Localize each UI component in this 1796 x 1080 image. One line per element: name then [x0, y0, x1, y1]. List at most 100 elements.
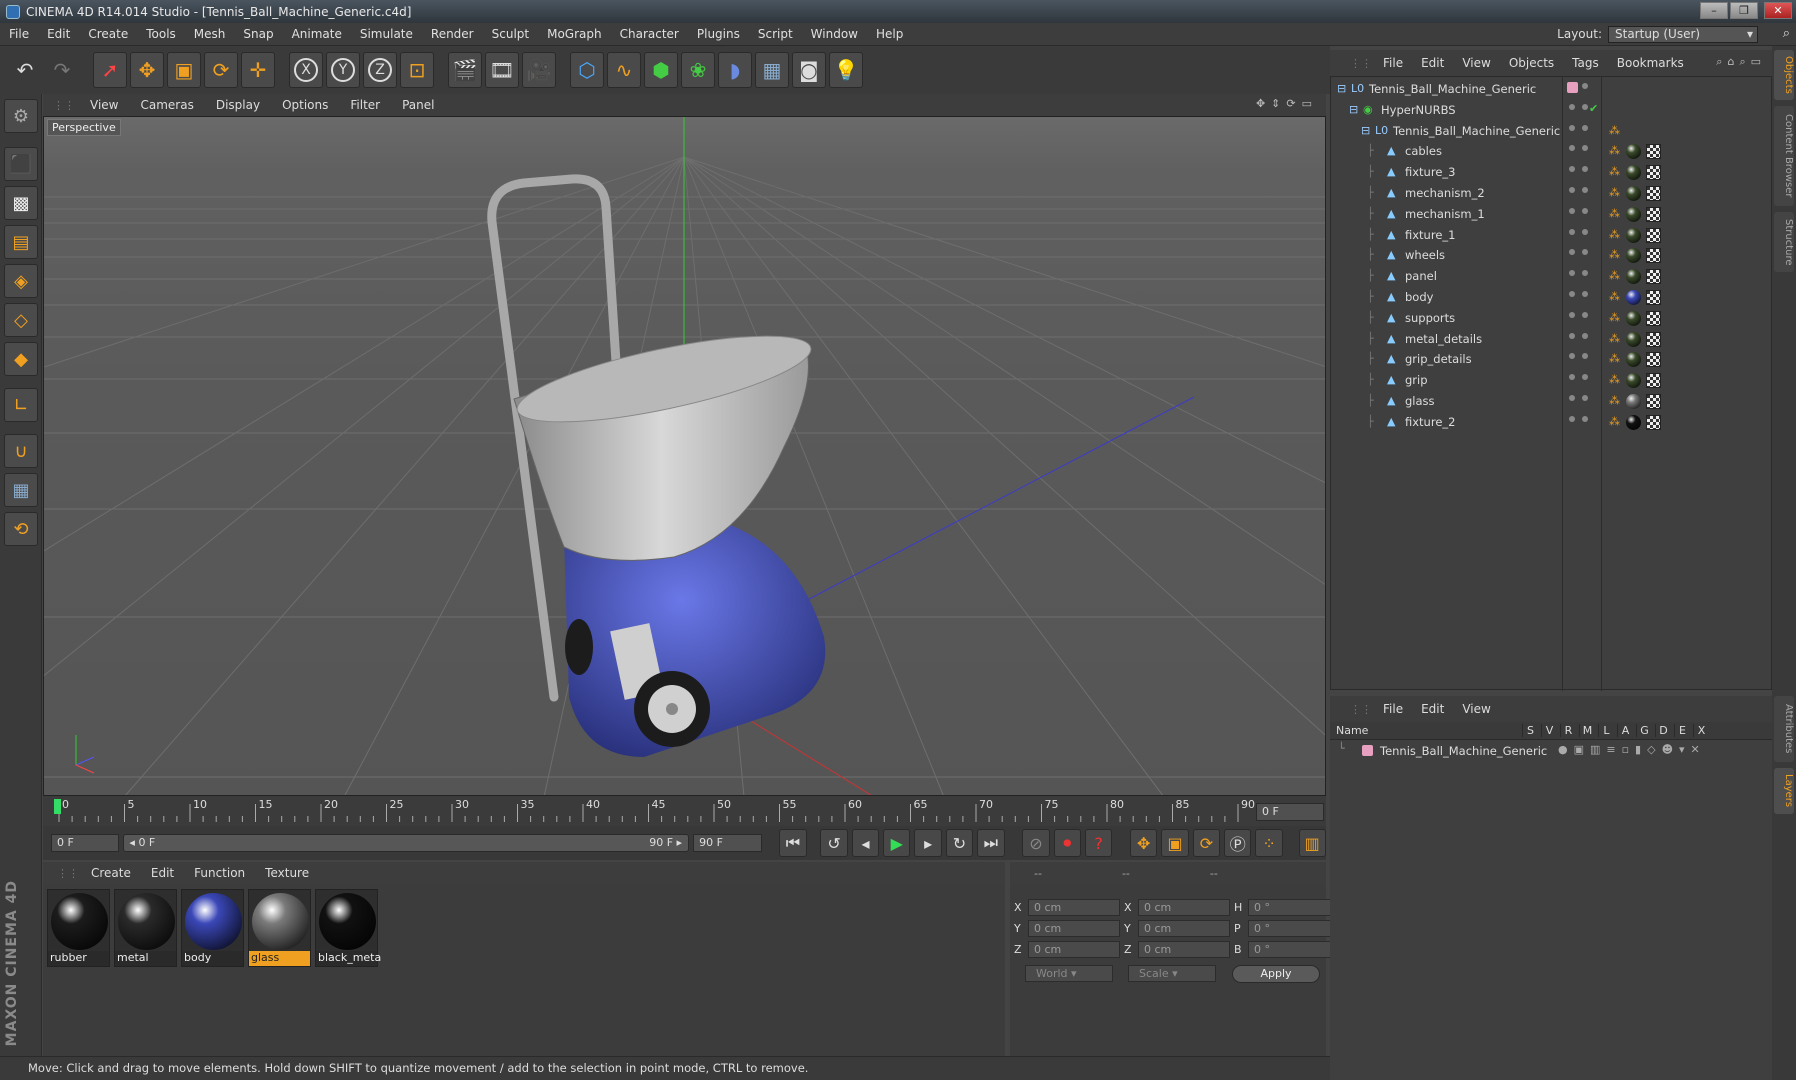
object-name[interactable]: glass — [1405, 394, 1435, 408]
material-menu-edit[interactable]: Edit — [141, 866, 184, 880]
scale-tool-icon[interactable]: ▣ — [167, 52, 201, 88]
timeline-ruler[interactable]: 0 5 10 15 20 25 30 35 40 45 50 55 60 65 70 75 80 85 90 0 F — [43, 796, 1326, 826]
render-visibility-dot[interactable] — [1582, 395, 1588, 401]
layer-column-g[interactable]: G — [1636, 724, 1652, 737]
timeline-window-icon[interactable]: ▥ — [1298, 829, 1326, 857]
layer-column-a[interactable]: A — [1617, 724, 1633, 737]
object-row[interactable]: ├ ▲ metal_details ⁂ — [1331, 329, 1771, 350]
object-manager-tool-icons[interactable]: ⌕⌂⌕▭ — [1716, 55, 1766, 69]
layer-column-x[interactable]: X — [1693, 724, 1709, 737]
object-name[interactable]: Tennis_Ball_Machine_Generic — [1369, 82, 1536, 96]
object-row[interactable]: ├ ▲ panel ⁂ — [1331, 266, 1771, 287]
objects-menu-bookmarks[interactable]: Bookmarks — [1608, 56, 1693, 70]
object-name[interactable]: cables — [1405, 144, 1442, 158]
menu-tools[interactable]: Tools — [137, 27, 185, 41]
render-visibility-dot[interactable] — [1582, 374, 1588, 381]
layer-flag-icons[interactable]: ●▣▥≡▫▮◇☻▾✕ — [1558, 743, 1706, 756]
objects-menu-edit[interactable]: Edit — [1412, 56, 1453, 70]
locked-workplane-icon[interactable]: ⟲ — [4, 512, 38, 546]
points-mode-icon[interactable]: ◈ — [4, 264, 38, 298]
editor-visibility-dot[interactable] — [1569, 124, 1575, 131]
object-row[interactable]: ├ ▲ wheels ⁂ — [1331, 245, 1771, 266]
material-tag-icon[interactable] — [1626, 331, 1641, 347]
editor-visibility-dot[interactable] — [1569, 415, 1575, 422]
texture-tag-icon[interactable] — [1646, 352, 1661, 368]
layer-column-e[interactable]: E — [1674, 724, 1690, 737]
step-forward-icon[interactable]: ▸ — [914, 829, 942, 857]
material-tag-icon[interactable] — [1626, 394, 1641, 409]
key-position-icon[interactable]: ✥ — [1130, 829, 1158, 857]
rotation-b-field[interactable]: 0 ° — [1248, 940, 1340, 958]
y-axis-lock-button[interactable]: Y — [326, 52, 360, 88]
editor-visibility-dot[interactable] — [1569, 332, 1575, 339]
menu-character[interactable]: Character — [611, 27, 688, 41]
object-name[interactable]: grip — [1405, 373, 1428, 387]
phong-tag-icon[interactable]: ⁂ — [1609, 332, 1620, 345]
phong-tag-icon[interactable]: ⁂ — [1609, 228, 1620, 241]
editor-visibility-dot[interactable] — [1569, 395, 1575, 401]
key-parameter-icon[interactable]: Ⓟ — [1224, 829, 1252, 857]
expand-collapse-icon[interactable]: ⊟ — [1349, 103, 1358, 116]
menu-create[interactable]: Create — [79, 27, 137, 41]
step-back-icon[interactable]: ◂ — [851, 829, 880, 857]
material-swatch[interactable]: rubber — [47, 889, 110, 967]
phong-tag-icon[interactable]: ⁂ — [1609, 186, 1620, 199]
layer-column-r[interactable]: R — [1560, 724, 1576, 737]
end-frame-field[interactable]: 90 F — [693, 834, 762, 852]
object-row[interactable]: ├ ▲ body ⁂ — [1331, 287, 1771, 308]
texture-tag-icon[interactable] — [1646, 206, 1661, 222]
position-z-field[interactable]: 0 cm — [1028, 940, 1120, 958]
material-menu-create[interactable]: Create — [81, 866, 141, 880]
3d-viewport[interactable]: Perspective — [43, 116, 1326, 796]
layer-column-l[interactable]: L — [1598, 724, 1614, 737]
object-name[interactable]: Tennis_Ball_Machine_Generic — [1393, 124, 1560, 138]
viewport-menu-panel[interactable]: Panel — [391, 98, 445, 112]
texture-tag-icon[interactable] — [1646, 165, 1661, 181]
menu-file[interactable]: File — [0, 27, 38, 41]
material-swatch[interactable]: body — [181, 889, 244, 967]
size-z-field[interactable]: 0 cm — [1138, 940, 1230, 958]
texture-mode-icon[interactable]: ▩ — [4, 186, 38, 220]
render-view-icon[interactable]: 🎬 — [448, 52, 482, 88]
phong-tag-icon[interactable]: ⁂ — [1609, 394, 1620, 407]
render-visibility-dot[interactable] — [1582, 332, 1588, 339]
layer-menu-file[interactable]: File — [1374, 702, 1412, 716]
workplane-lock-icon[interactable]: ▦ — [4, 473, 38, 507]
axis-mode-icon[interactable]: ∟ — [4, 388, 38, 422]
snap-magnet-icon[interactable]: ∪ — [4, 434, 38, 468]
menu-animate[interactable]: Animate — [283, 27, 351, 41]
light-bulb-icon[interactable]: 💡 — [829, 52, 863, 88]
editor-visibility-dot[interactable] — [1569, 374, 1575, 381]
material-tag-icon[interactable] — [1626, 414, 1641, 430]
material-tag-icon[interactable] — [1626, 227, 1641, 243]
render-visibility-dot[interactable] — [1582, 353, 1588, 360]
phong-tag-icon[interactable]: ⁂ — [1609, 207, 1620, 220]
record-keys-icon[interactable]: ⊘ — [1022, 829, 1050, 857]
object-row[interactable]: ├ ▲ fixture_2 ⁂ — [1331, 412, 1771, 433]
range-slider[interactable]: ◂ 0 F 90 F ▸ — [123, 834, 690, 852]
rotation-h-field[interactable]: 0 ° — [1248, 898, 1340, 916]
tab-attributes[interactable]: Attributes — [1774, 696, 1794, 762]
undo-icon[interactable]: ↶ — [8, 52, 42, 88]
texture-tag-icon[interactable] — [1646, 144, 1661, 160]
material-tag-icon[interactable] — [1626, 206, 1641, 222]
layer-row[interactable]: └ Tennis_Ball_Machine_Generic ●▣▥≡▫▮◇☻▾✕ — [1334, 742, 1764, 760]
objects-menu-view[interactable]: View — [1453, 56, 1499, 70]
material-menu-function[interactable]: Function — [184, 866, 255, 880]
key-rotation-icon[interactable]: ⟳ — [1192, 829, 1221, 857]
phong-tag-icon[interactable]: ⁂ — [1609, 311, 1620, 324]
tab-objects[interactable]: Objects — [1774, 50, 1794, 100]
z-axis-lock-button[interactable]: Z — [363, 52, 397, 88]
object-name[interactable]: fixture_3 — [1405, 165, 1455, 179]
material-tag-icon[interactable] — [1626, 144, 1641, 160]
layer-column-v[interactable]: V — [1541, 724, 1557, 737]
editor-visibility-dot[interactable] — [1569, 166, 1575, 173]
object-row[interactable]: ├ ▲ grip ⁂ — [1331, 370, 1771, 391]
search-icon[interactable]: ⌕ — [1783, 26, 1790, 41]
phong-tag-icon[interactable]: ⁂ — [1609, 144, 1620, 157]
editor-visibility-dot[interactable] — [1569, 145, 1575, 152]
material-swatch[interactable]: metal — [114, 889, 177, 967]
material-tag-icon[interactable] — [1626, 373, 1641, 389]
keyframe-selection-icon[interactable]: ? — [1084, 829, 1113, 857]
autokey-icon[interactable]: ⏺ — [1053, 829, 1081, 857]
